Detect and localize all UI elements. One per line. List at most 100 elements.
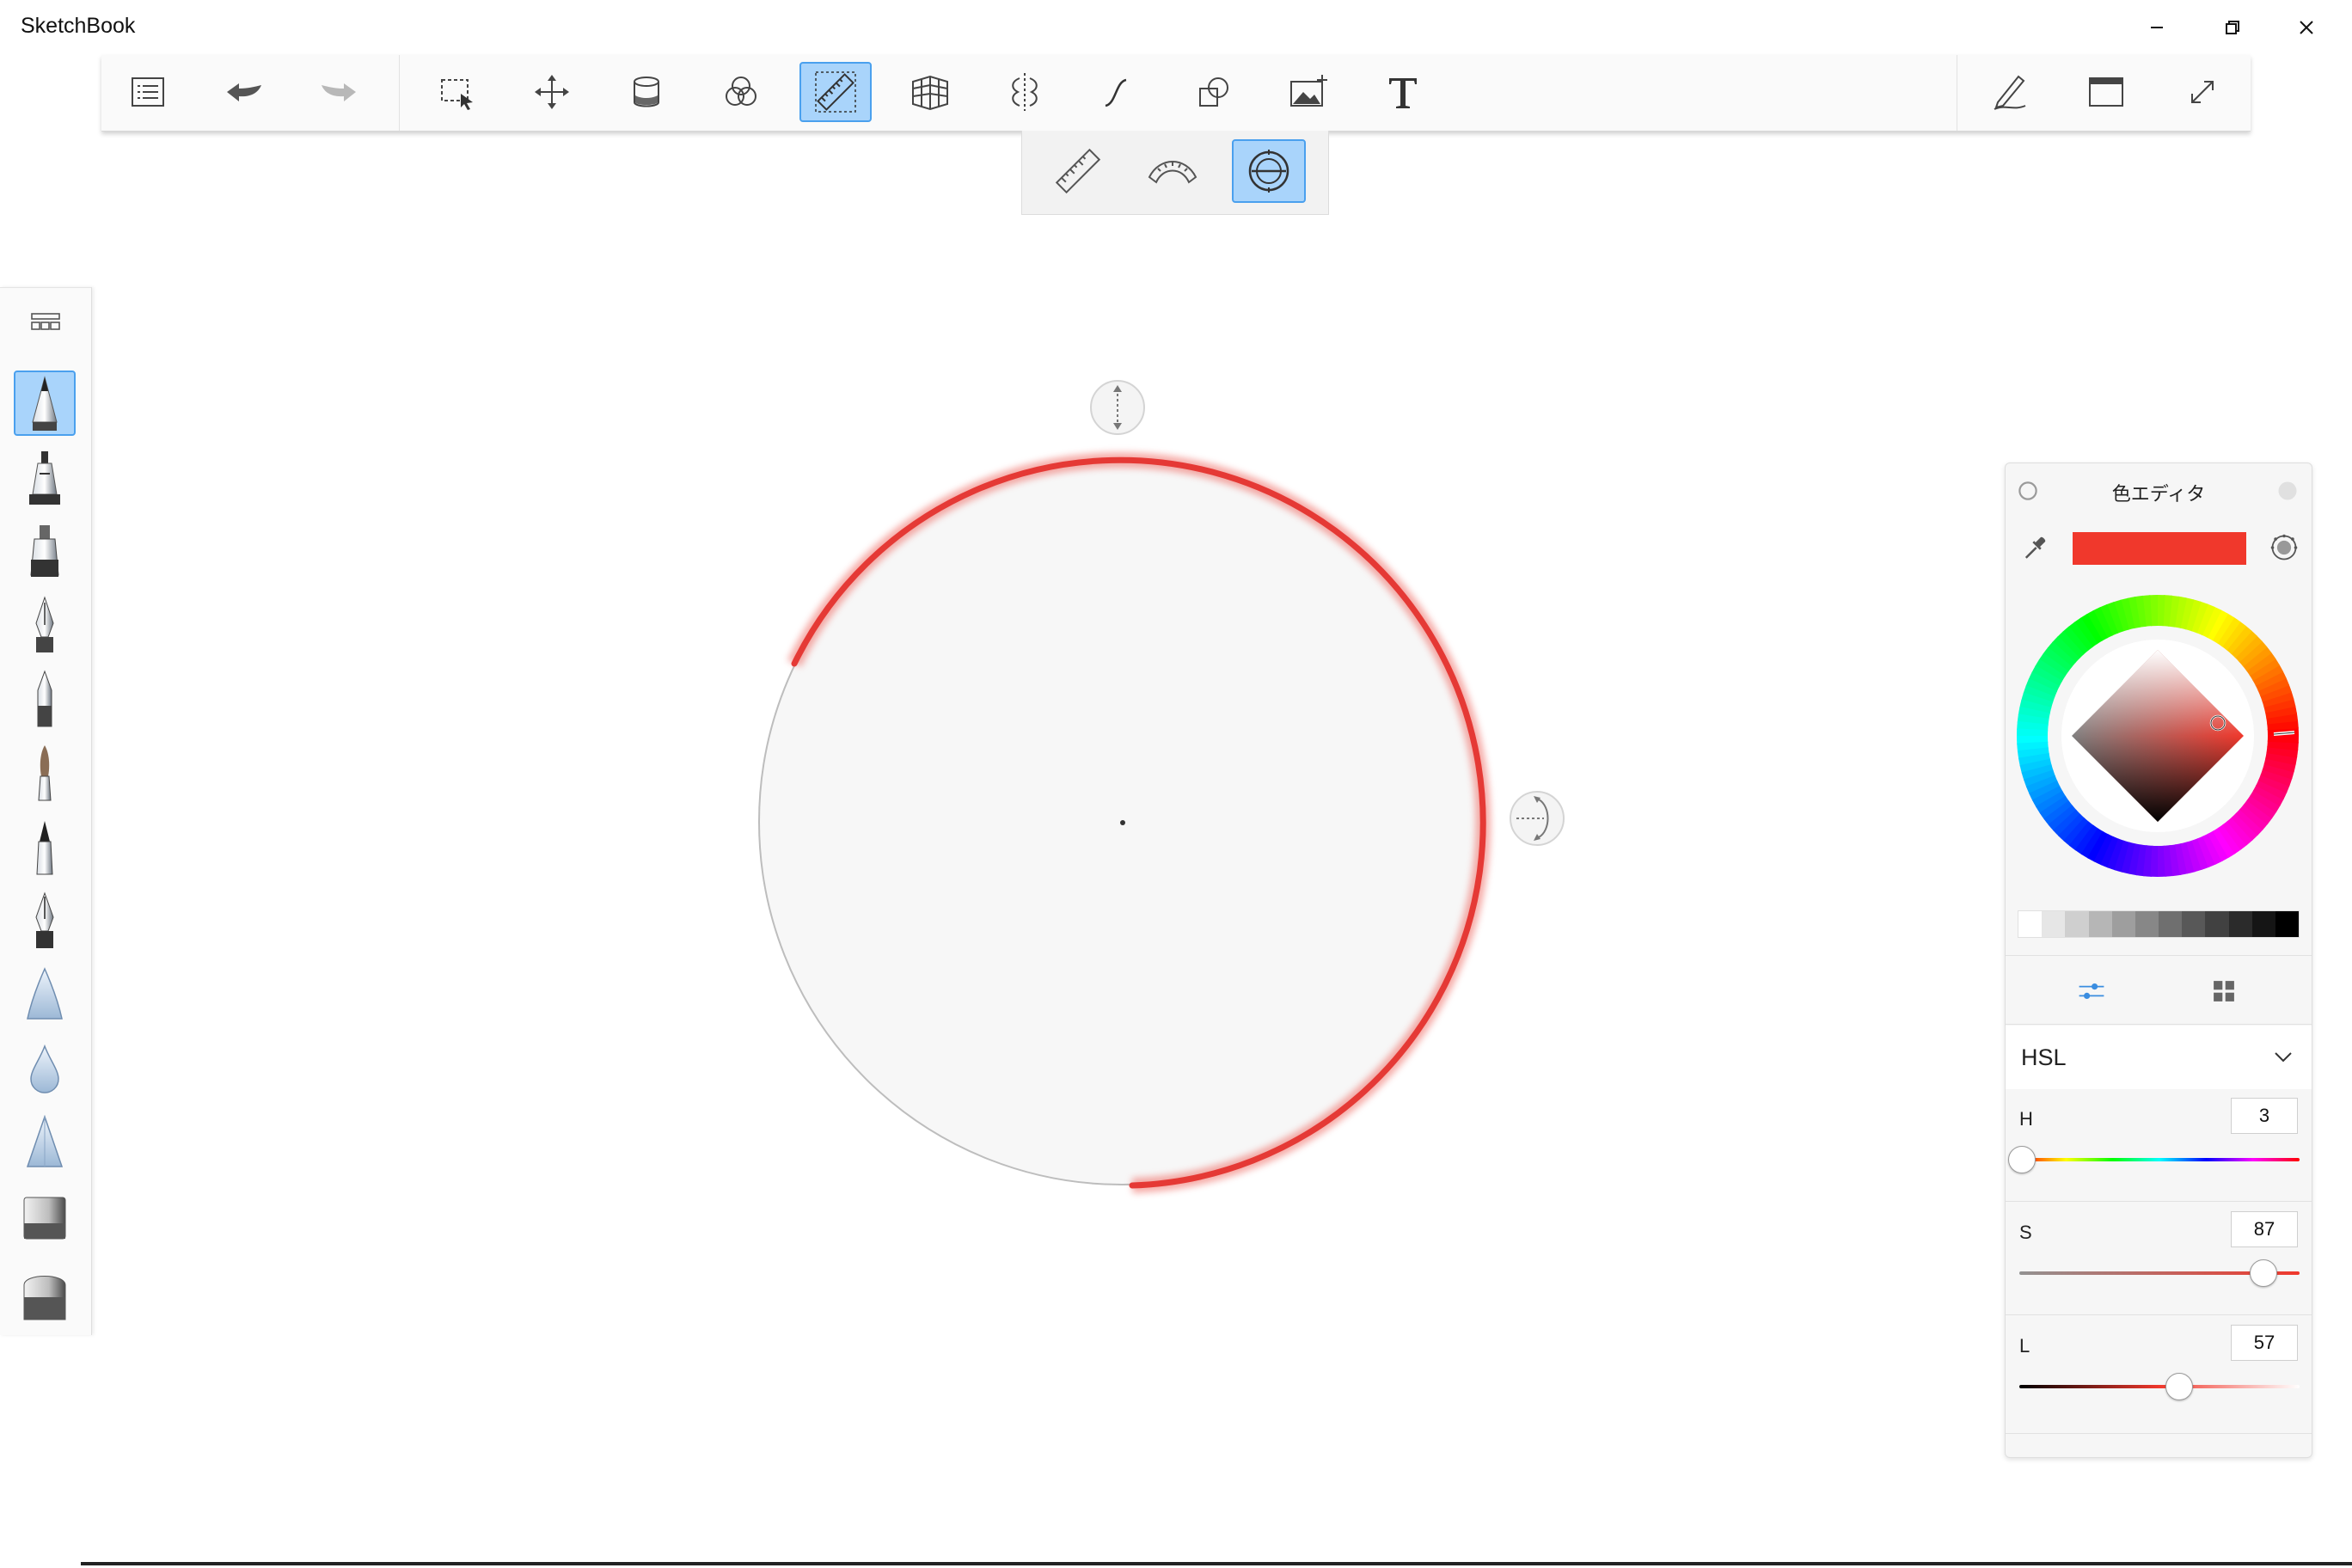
close-dot-icon: [2278, 481, 2297, 500]
app-title: SketchBook: [21, 14, 136, 38]
brush-properties-button[interactable]: [1974, 62, 2046, 122]
title-bar: SketchBook: [0, 0, 2352, 55]
sliders-tab[interactable]: [2073, 974, 2110, 1008]
color-puck-icon: [2270, 534, 2298, 560]
symmetry-icon: [1012, 73, 1038, 111]
gray-swatch[interactable]: [2159, 911, 2183, 937]
gray-swatch[interactable]: [2042, 911, 2066, 937]
pen-icon: [1994, 75, 2026, 110]
gray-swatch[interactable]: [2228, 911, 2252, 937]
color-editor-title: 色エディタ: [2111, 483, 2206, 505]
gray-swatch[interactable]: [2111, 911, 2135, 937]
layer-list-button[interactable]: [112, 62, 184, 122]
taskbar-edge: [81, 1562, 2352, 1565]
perspective-button[interactable]: [894, 62, 966, 122]
blender-icon: [26, 1114, 64, 1167]
brush-library-button[interactable]: [23, 305, 68, 340]
gray-swatch[interactable]: [2205, 911, 2229, 937]
color-editor-panel: 色エディタ HSL H 3 S 87 L 57: [2005, 462, 2312, 1458]
eyedropper-icon: [2024, 536, 2046, 559]
soft-eraser-icon: [23, 1276, 66, 1320]
gray-swatch[interactable]: [2251, 911, 2275, 937]
ellipse-icon: [1248, 150, 1289, 193]
lightness-slider-knob[interactable]: [2165, 1373, 2193, 1400]
shape-button[interactable]: [1178, 62, 1250, 122]
transform-button[interactable]: [516, 62, 588, 122]
paintbrush-icon: [38, 745, 52, 801]
saturation-slider-knob[interactable]: [2249, 1259, 2277, 1287]
divider: [2006, 955, 2312, 956]
main-toolbar: [101, 55, 2251, 132]
close-button[interactable]: [2261, 0, 2352, 55]
brush-smudge[interactable]: [14, 962, 76, 1027]
gray-swatch[interactable]: [2088, 911, 2112, 937]
window-icon: [2089, 77, 2123, 107]
sliders-icon: [2079, 983, 2104, 999]
ellipse-guide-button[interactable]: [1232, 139, 1306, 203]
lightness-slider-row: L 57: [2006, 1316, 2312, 1428]
hue-slider-knob[interactable]: [2008, 1146, 2037, 1173]
drawing-canvas[interactable]: [0, 0, 2352, 1568]
ellipse-height-handle[interactable]: [1090, 380, 1145, 435]
brush-hard-eraser[interactable]: [14, 1184, 76, 1249]
color-blend-button[interactable]: [705, 62, 777, 122]
symmetry-button[interactable]: [989, 62, 1061, 122]
gray-swatch[interactable]: [2182, 911, 2206, 937]
gray-swatch[interactable]: [2018, 911, 2043, 937]
hue-slider-track[interactable]: [2019, 1158, 2300, 1161]
stroke-curve-button[interactable]: [1083, 62, 1155, 122]
brush-technical-pen[interactable]: [14, 888, 76, 953]
brush-felt-pen[interactable]: [14, 814, 76, 879]
gray-swatch[interactable]: [2275, 911, 2300, 937]
fullscreen-button[interactable]: [2166, 62, 2239, 122]
pencil-icon: [32, 376, 58, 431]
undo-icon: [227, 83, 261, 101]
move-icon: [535, 75, 569, 109]
divider: [2006, 1024, 2312, 1025]
divider: [2006, 1201, 2312, 1202]
brush-pencil[interactable]: [14, 371, 76, 436]
brush-ballpoint[interactable]: [14, 666, 76, 732]
ruler-toolbar: [1021, 131, 1329, 215]
window-mode-button[interactable]: [2070, 62, 2142, 122]
redo-button[interactable]: [303, 62, 375, 122]
fill-button[interactable]: [610, 62, 683, 122]
brush-soft-eraser[interactable]: [14, 1258, 76, 1323]
text-button[interactable]: [1367, 62, 1439, 122]
french-curve-button[interactable]: [1136, 139, 1210, 203]
panel-close-button[interactable]: [2274, 477, 2301, 505]
curve-icon: [1105, 78, 1127, 107]
ellipse-rotate-handle[interactable]: [1510, 791, 1565, 846]
saturation-value-input[interactable]: 87: [2231, 1211, 2298, 1247]
selection-button[interactable]: [421, 62, 493, 122]
brush-paintbrush[interactable]: [14, 740, 76, 805]
brush-marker[interactable]: [14, 518, 76, 584]
lightness-value-input[interactable]: 57: [2231, 1325, 2298, 1361]
brush-ink-pen[interactable]: [14, 592, 76, 658]
gray-swatch[interactable]: [2065, 911, 2089, 937]
perspective-grid-icon: [912, 75, 948, 111]
toolbar-separator: [399, 55, 400, 131]
add-image-button[interactable]: [1272, 62, 1344, 122]
current-color-swatch[interactable]: [2073, 532, 2246, 565]
brush-airbrush[interactable]: [14, 444, 76, 510]
airbrush-icon: [29, 451, 60, 505]
list-icon: [132, 77, 164, 107]
ellipse-center-point[interactable]: [1120, 820, 1125, 825]
lightness-slider-track[interactable]: [2019, 1385, 2300, 1388]
color-model-label: HSL: [2021, 1044, 2067, 1070]
undo-button[interactable]: [208, 62, 280, 122]
color-wheel[interactable]: [2016, 594, 2300, 878]
straight-ruler-button[interactable]: [1041, 139, 1115, 203]
gray-swatch[interactable]: [2135, 911, 2159, 937]
brush-blender[interactable]: [14, 1110, 76, 1175]
hue-slider-row: H 3: [2006, 1089, 2312, 1201]
hue-value-input[interactable]: 3: [2231, 1098, 2298, 1134]
color-model-dropdown[interactable]: HSL: [2006, 1026, 2312, 1089]
eyedropper-button[interactable]: [2018, 530, 2052, 565]
brush-water-drop[interactable]: [14, 1036, 76, 1101]
ruler-button[interactable]: [799, 62, 872, 122]
swatches-tab[interactable]: [2205, 974, 2243, 1008]
expand-icon: [2191, 81, 2214, 103]
color-history-button[interactable]: [2265, 530, 2303, 565]
